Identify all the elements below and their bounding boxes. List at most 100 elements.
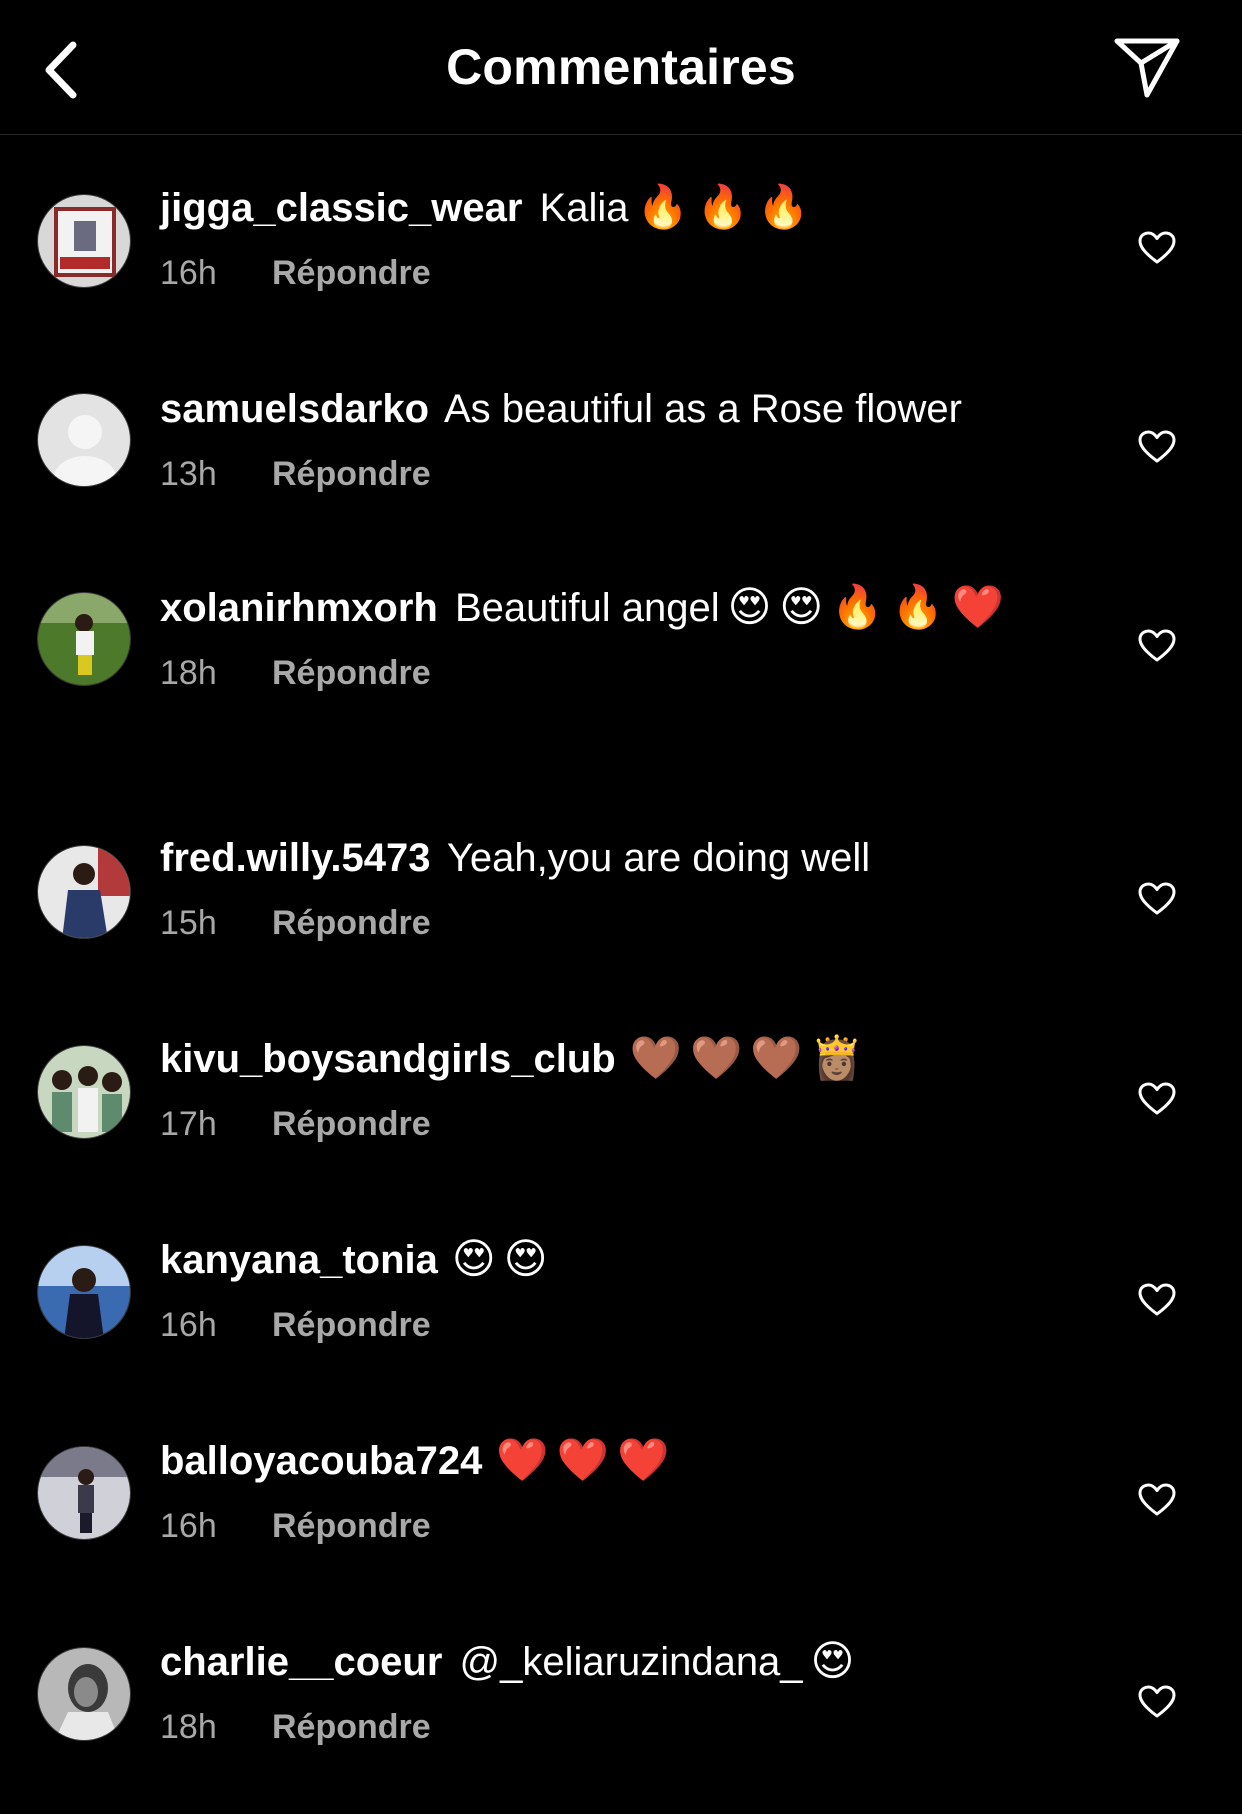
heart-icon: [1138, 430, 1176, 463]
heart-eyes-emoji: 😍: [451, 1234, 496, 1283]
avatar-image: [38, 593, 130, 685]
comment-time: 18h: [160, 654, 217, 692]
comment-message: Yeah,you are doing well: [436, 836, 871, 880]
comment-text: jigga_classic_wear Kalia 🔥 🔥 🔥: [160, 182, 1090, 233]
comment-text: balloyacouba724 ❤️ ❤️ ❤️: [160, 1435, 1090, 1486]
brown-heart-emoji: 🤎: [750, 1033, 803, 1082]
comment-username[interactable]: xolanirhmxorh: [160, 586, 438, 630]
comment-time: 13h: [160, 455, 217, 493]
comment-item: kivu_boysandgirls_club 🤎 🤎 🤎 👸🏽 17h Répondre: [0, 987, 1242, 1188]
heart-icon: [1138, 1685, 1176, 1718]
reply-button[interactable]: Répondre: [272, 653, 431, 693]
comment-meta: 18h Répondre: [160, 653, 1090, 693]
comment-meta: 13h Répondre: [160, 454, 1090, 494]
avatar[interactable]: [37, 393, 131, 487]
like-button[interactable]: [1137, 1480, 1177, 1520]
comment-text: charlie__coeur @_keliaruzindana_ 😍: [160, 1636, 1090, 1687]
heart-icon: [1138, 231, 1176, 264]
fire-emoji: 🔥: [696, 182, 750, 231]
comment-time: 17h: [160, 1105, 217, 1143]
princess-emoji: 👸🏽: [810, 1033, 863, 1082]
reply-button[interactable]: Répondre: [272, 1104, 431, 1144]
share-button[interactable]: [1112, 34, 1182, 100]
paper-plane-icon: [1114, 38, 1180, 98]
heart-icon: [1138, 1082, 1176, 1115]
comment-time: 18h: [160, 1708, 217, 1746]
avatar[interactable]: [37, 845, 131, 939]
brown-heart-emoji: 🤎: [629, 1033, 682, 1082]
comment-item: kanyana_tonia 😍 😍 16h Répondre: [0, 1188, 1242, 1389]
default-avatar-icon: [38, 394, 130, 486]
comment-mention[interactable]: @_keliaruzindana_: [448, 1640, 803, 1684]
red-heart-emoji: ❤️: [951, 582, 1005, 631]
comment-username[interactable]: samuelsdarko: [160, 387, 429, 431]
comment-text: samuelsdarko As beautiful as a Rose flow…: [160, 384, 1090, 434]
comment-meta: 16h Répondre: [160, 253, 1090, 293]
reply-button[interactable]: Répondre: [272, 903, 431, 943]
like-button[interactable]: [1137, 427, 1177, 467]
like-button[interactable]: [1137, 228, 1177, 268]
comment-time: 16h: [160, 1507, 217, 1545]
reply-button[interactable]: Répondre: [272, 1506, 431, 1546]
avatar[interactable]: [37, 1245, 131, 1339]
heart-icon: [1138, 1483, 1176, 1516]
comment-item: fred.willy.5473 Yeah,you are doing well …: [0, 786, 1242, 987]
heart-eyes-emoji: 😍: [727, 582, 772, 631]
heart-icon: [1138, 629, 1176, 662]
comment-message: Kalia: [528, 186, 629, 230]
reply-button[interactable]: Répondre: [272, 253, 431, 293]
heart-eyes-emoji: 😍: [779, 582, 824, 631]
avatar[interactable]: [37, 194, 131, 288]
comment-username[interactable]: balloyacouba724: [160, 1439, 482, 1483]
avatar-image: [38, 846, 130, 938]
comment-username[interactable]: fred.willy.5473: [160, 836, 431, 880]
like-button[interactable]: [1137, 879, 1177, 919]
reply-button[interactable]: Répondre: [272, 454, 431, 494]
comment-username[interactable]: kivu_boysandgirls_club: [160, 1037, 616, 1081]
comment-username[interactable]: kanyana_tonia: [160, 1238, 438, 1282]
avatar-image: [38, 1648, 130, 1740]
comment-meta: 15h Répondre: [160, 903, 1090, 943]
avatar[interactable]: [37, 1045, 131, 1139]
comment-time: 15h: [160, 904, 217, 942]
like-button[interactable]: [1137, 1682, 1177, 1722]
brown-heart-emoji: 🤎: [690, 1033, 743, 1082]
comment-text: xolanirhmxorh Beautiful angel 😍 😍 🔥 🔥 ❤️: [160, 582, 1090, 633]
avatar-image: [38, 1046, 130, 1138]
fire-emoji: 🔥: [831, 582, 884, 631]
page-title: Commentaires: [446, 39, 796, 95]
comment-message: As beautiful as a Rose flower: [435, 387, 962, 431]
comment-text: kivu_boysandgirls_club 🤎 🤎 🤎 👸🏽: [160, 1033, 1090, 1084]
comment-text: kanyana_tonia 😍 😍: [160, 1234, 1090, 1285]
avatar[interactable]: [37, 1446, 131, 1540]
avatar-image: [38, 1447, 130, 1539]
comment-item: samuelsdarko As beautiful as a Rose flow…: [0, 336, 1242, 537]
like-button[interactable]: [1137, 1280, 1177, 1320]
red-heart-emoji: ❤️: [616, 1435, 670, 1484]
avatar-image: [38, 1246, 130, 1338]
heart-icon: [1138, 1283, 1176, 1316]
like-button[interactable]: [1137, 626, 1177, 666]
top-bar: Commentaires: [0, 0, 1242, 135]
comment-meta: 18h Répondre: [160, 1707, 1090, 1747]
fire-emoji: 🔥: [636, 182, 689, 231]
comment-username[interactable]: charlie__coeur: [160, 1640, 442, 1684]
like-button[interactable]: [1137, 1079, 1177, 1119]
comment-text: fred.willy.5473 Yeah,you are doing well: [160, 833, 1090, 883]
comment-meta: 16h Répondre: [160, 1305, 1090, 1345]
comment-username[interactable]: jigga_classic_wear: [160, 186, 522, 230]
heart-eyes-emoji: 😍: [810, 1636, 855, 1685]
comments-list: jigga_classic_wear Kalia 🔥 🔥 🔥 16h Répondre: [0, 135, 1242, 1810]
reply-button[interactable]: Répondre: [272, 1707, 431, 1747]
comment-time: 16h: [160, 1306, 217, 1344]
comment-item: charlie__coeur @_keliaruzindana_ 😍 18h Ré…: [0, 1590, 1242, 1810]
heart-eyes-emoji: 😍: [503, 1234, 548, 1283]
comment-message: Beautiful angel: [443, 586, 720, 630]
avatar[interactable]: [37, 1647, 131, 1741]
avatar[interactable]: [37, 592, 131, 686]
fire-emoji: 🔥: [891, 582, 944, 631]
reply-button[interactable]: Répondre: [272, 1305, 431, 1345]
comment-item: balloyacouba724 ❤️ ❤️ ❤️ 16h Répondre: [0, 1389, 1242, 1590]
comment-item: xolanirhmxorh Beautiful angel 😍 😍 🔥 🔥 ❤️ 18h …: [0, 537, 1242, 786]
avatar-image: [38, 195, 130, 287]
